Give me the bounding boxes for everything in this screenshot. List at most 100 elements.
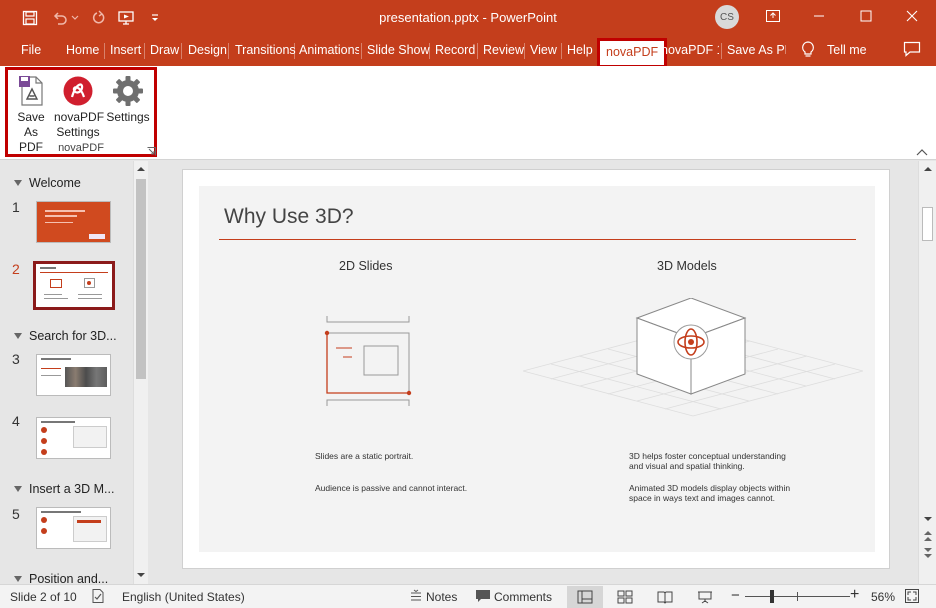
slide[interactable]: Why Use 3D? 2D Slides 3D Models Slides a… (199, 186, 875, 552)
fit-to-window-icon[interactable] (905, 589, 919, 606)
tab-draw[interactable]: Draw (150, 43, 179, 57)
tell-me-search[interactable]: Tell me (827, 43, 867, 57)
notes-button[interactable]: Notes (426, 590, 457, 604)
tab-review[interactable]: Review (483, 43, 524, 57)
novapdf-settings-label-line2: Settings (56, 125, 100, 139)
tab-separator (477, 43, 478, 59)
left-column-heading[interactable]: 2D Slides (339, 259, 393, 273)
customize-quick-access-icon[interactable] (148, 8, 162, 28)
left-body-text-2[interactable]: Audience is passive and cannot interact. (315, 483, 467, 493)
language-indicator[interactable]: English (United States) (122, 590, 245, 604)
right-body-text-1[interactable]: 3D helps foster conceptual understanding… (629, 451, 786, 471)
save-icon[interactable] (20, 8, 40, 28)
redo-icon[interactable] (88, 8, 108, 28)
thumbnail-text-line (44, 294, 62, 295)
section-label: Welcome (29, 176, 81, 190)
right-column-heading[interactable]: 3D Models (657, 259, 717, 273)
thumbnail-text-line (41, 375, 61, 376)
collapse-triangle-icon[interactable] (14, 486, 22, 492)
tab-animations[interactable]: Animations (299, 43, 359, 57)
tab-view[interactable]: View (530, 43, 557, 57)
slide-title[interactable]: Why Use 3D? (224, 205, 354, 229)
tab-slide-show[interactable]: Slide Show (367, 43, 430, 57)
right-body-text-2[interactable]: Animated 3D models display objects withi… (629, 483, 790, 503)
slide-canvas[interactable]: Why Use 3D? 2D Slides 3D Models Slides a… (182, 169, 890, 569)
thumbnail-rule (40, 272, 108, 273)
normal-view-button[interactable] (567, 586, 603, 608)
scrollbar-thumb[interactable] (922, 207, 933, 241)
tab-novapdf[interactable]: novaPDF (597, 38, 668, 68)
ribbon-group-label: novaPDF (58, 142, 104, 154)
tab-transitions[interactable]: Transitions (235, 43, 296, 57)
section-header[interactable]: Insert a 3D M... (14, 482, 114, 496)
reading-view-button[interactable] (647, 586, 683, 608)
scrollbar-thumb[interactable] (136, 179, 146, 379)
previous-slide-icon[interactable] (922, 529, 934, 546)
slide-show-view-button[interactable] (687, 586, 723, 608)
ribbon: Save As PDF novaPDF Settings Settings no… (0, 66, 936, 160)
thumbnail-title-line (41, 421, 75, 423)
slide-thumbnail[interactable] (36, 201, 111, 243)
tab-separator (294, 43, 295, 59)
maximize-icon[interactable] (843, 0, 889, 32)
comment-bubble-icon[interactable] (475, 589, 491, 606)
collapse-triangle-icon[interactable] (14, 180, 22, 186)
undo-dropdown-icon[interactable] (70, 8, 80, 28)
scroll-down-icon[interactable] (135, 569, 147, 583)
tab-insert[interactable]: Insert (110, 43, 141, 57)
slide-thumbnail[interactable] (36, 417, 111, 459)
tab-home[interactable]: Home (66, 43, 99, 57)
comments-icon[interactable] (903, 41, 921, 60)
tab-design[interactable]: Design (188, 43, 227, 57)
lightbulb-icon[interactable] (801, 41, 815, 62)
thumbnail-image-strip (65, 367, 107, 387)
slide-thumbnail[interactable] (36, 354, 111, 396)
collapse-triangle-icon[interactable] (14, 333, 22, 339)
thumbnail-2d-shape (50, 279, 62, 288)
ribbon-display-options-icon[interactable] (750, 0, 796, 32)
settings-button[interactable]: Settings (105, 74, 151, 125)
editor-scrollbar[interactable] (918, 161, 936, 584)
tab-help[interactable]: Help (567, 43, 593, 57)
close-icon[interactable] (889, 0, 935, 32)
present-from-start-icon[interactable] (117, 8, 137, 28)
minimize-icon[interactable] (796, 0, 842, 32)
save-as-pdf-label-line1: Save (17, 110, 45, 124)
accessibility-check-icon[interactable] (90, 588, 106, 607)
thumbnail-title-line (41, 358, 71, 360)
tab-save-as-pdf[interactable]: Save As PDF (727, 43, 786, 57)
user-avatar[interactable]: CS (715, 5, 739, 29)
zoom-in-icon[interactable]: + (850, 586, 859, 604)
collapse-triangle-icon[interactable] (14, 576, 22, 582)
zoom-out-icon[interactable]: − (731, 587, 740, 604)
slide-thumbnail-selected[interactable] (33, 261, 115, 310)
left-body-text-1[interactable]: Slides are a static portrait. (315, 451, 413, 461)
zoom-slider-thumb[interactable] (770, 590, 774, 603)
scroll-up-icon[interactable] (135, 163, 147, 177)
comments-button[interactable]: Comments (494, 590, 552, 604)
section-header[interactable]: Position and... (14, 572, 108, 584)
thumbnail-text-line (41, 368, 61, 369)
slide-thumbnail[interactable] (36, 507, 111, 549)
novapdf-ribbon-group: Save As PDF novaPDF Settings Settings no… (5, 67, 157, 157)
section-header[interactable]: Welcome (14, 176, 81, 190)
status-bar: Slide 2 of 10 English (United States) No… (0, 584, 936, 608)
next-slide-icon[interactable] (922, 546, 934, 563)
thumbnail-scrollbar[interactable] (133, 161, 148, 584)
scroll-up-icon[interactable] (922, 163, 934, 177)
undo-icon[interactable] (50, 8, 70, 28)
slide-sorter-view-button[interactable] (607, 586, 643, 608)
tab-novapdf-11[interactable]: novaPDF 11 (661, 43, 719, 57)
scroll-down-icon[interactable] (922, 513, 934, 527)
zoom-level[interactable]: 56% (871, 590, 895, 604)
novapdf-settings-button[interactable]: novaPDF Settings (54, 74, 104, 140)
tab-file[interactable]: File (21, 43, 41, 57)
collapse-ribbon-icon[interactable] (916, 145, 928, 156)
dialog-launcher-icon[interactable] (147, 145, 156, 156)
tab-record[interactable]: Record (435, 43, 475, 57)
slide-counter: Slide 2 of 10 (10, 590, 77, 604)
tab-separator (104, 43, 105, 59)
section-header[interactable]: Search for 3D... (14, 329, 117, 343)
notes-icon[interactable] (409, 589, 423, 606)
thumbnail-text-line (44, 298, 68, 299)
